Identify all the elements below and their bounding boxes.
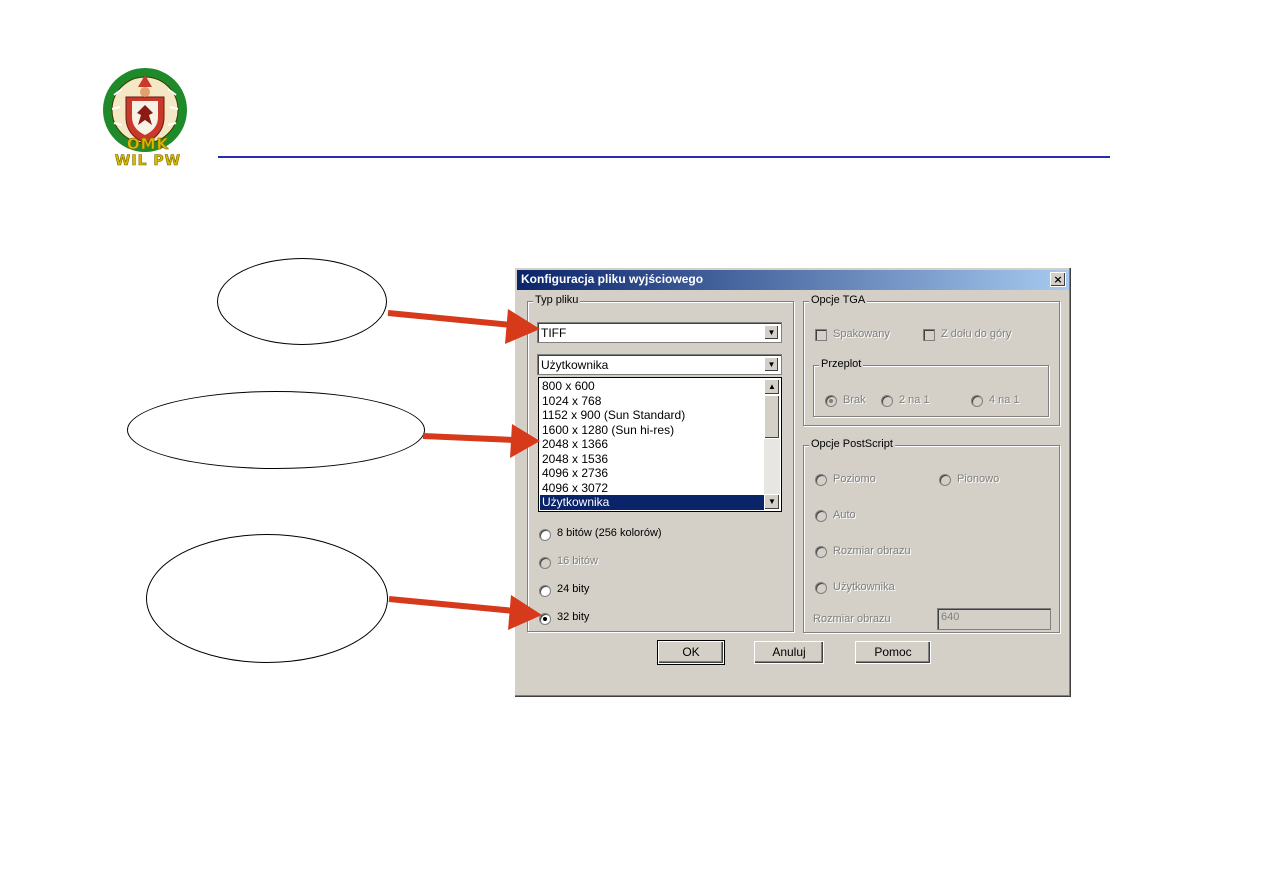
radio-2to1-label: 2 na 1	[899, 394, 930, 406]
radio-none	[825, 395, 837, 407]
file-type-value: TIFF	[541, 326, 567, 340]
list-item[interactable]: 2048 x 1366	[540, 437, 764, 452]
radio-2to1	[881, 395, 893, 407]
radio-image-size-label: Rozmiar obrazu	[833, 545, 911, 557]
list-item-selected[interactable]: Użytkownika	[540, 495, 764, 510]
bottom-up-label: Z dołu do góry	[941, 328, 1012, 340]
postscript-options-label: Opcje PostScript	[809, 438, 895, 450]
interlace-group	[813, 365, 1049, 417]
tga-options-label: Opcje TGA	[809, 294, 868, 306]
radio-32bit-label[interactable]: 32 bity	[557, 611, 589, 623]
radio-16bit	[539, 557, 551, 569]
radio-8bit-label[interactable]: 8 bitów (256 kolorów)	[557, 527, 662, 539]
cancel-button[interactable]: Anuluj	[754, 641, 824, 664]
radio-4to1	[971, 395, 983, 407]
dropdown-scrollbar[interactable]: ▲ ▼	[764, 379, 780, 510]
chevron-down-icon[interactable]: ▼	[764, 325, 779, 340]
file-type-group-label: Typ pliku	[533, 294, 581, 306]
list-item[interactable]: 4096 x 3072	[540, 481, 764, 496]
file-type-select[interactable]: TIFF ▼	[537, 322, 782, 343]
radio-vertical	[939, 474, 951, 486]
list-item[interactable]: 1152 x 900 (Sun Standard)	[540, 408, 764, 423]
close-button[interactable]: ×	[1050, 272, 1066, 287]
packed-label: Spakowany	[833, 328, 890, 340]
radio-8bit[interactable]	[539, 529, 551, 541]
radio-auto	[815, 510, 827, 522]
header-rule	[218, 156, 1110, 158]
list-item[interactable]: 1024 x 768	[540, 394, 764, 409]
resolution-select[interactable]: Użytkownika ▼	[537, 354, 782, 375]
radio-16bit-label: 16 bitów	[557, 555, 598, 567]
scrollbar-thumb[interactable]	[764, 395, 780, 439]
scroll-down-icon[interactable]: ▼	[764, 494, 780, 510]
list-item[interactable]: 800 x 600	[540, 379, 764, 394]
chevron-down-icon[interactable]: ▼	[764, 357, 779, 372]
callout-ellipse-color-depth	[146, 534, 388, 663]
radio-24bit[interactable]	[539, 585, 551, 597]
radio-user	[815, 582, 827, 594]
list-item[interactable]: 1600 x 1280 (Sun hi-res)	[540, 423, 764, 438]
radio-vertical-label: Pionowo	[957, 473, 1000, 485]
list-item[interactable]: 4096 x 2736	[540, 466, 764, 481]
output-config-dialog: Konfiguracja pliku wyjściowego × Typ pli…	[514, 267, 1072, 698]
list-item[interactable]: 2048 x 1536	[540, 452, 764, 467]
radio-image-size	[815, 546, 827, 558]
dialog-titlebar[interactable]: Konfiguracja pliku wyjściowego ×	[517, 270, 1069, 290]
help-button[interactable]: Pomoc	[855, 641, 931, 664]
resolution-dropdown-list[interactable]: 800 x 600 1024 x 768 1152 x 900 (Sun Sta…	[538, 377, 782, 512]
resolution-value: Użytkownika	[541, 358, 609, 372]
logo-text-omk: OMK	[126, 135, 170, 154]
callout-ellipse-file-type	[217, 258, 387, 345]
radio-user-label: Użytkownika	[833, 581, 895, 593]
radio-auto-label: Auto	[833, 509, 856, 521]
logo-text-wil-pw: WIL PW	[114, 153, 182, 170]
bottom-up-checkbox	[923, 329, 935, 341]
radio-32bit[interactable]	[539, 613, 551, 625]
packed-checkbox	[815, 329, 827, 341]
image-size-input[interactable]: 640	[937, 608, 1051, 630]
callout-ellipse-resolution	[127, 391, 425, 469]
dialog-title: Konfiguracja pliku wyjściowego	[521, 272, 704, 286]
radio-4to1-label: 4 na 1	[989, 394, 1020, 406]
image-size-field-label: Rozmiar obrazu	[813, 613, 891, 625]
radio-horizontal-label: Poziomo	[833, 473, 876, 485]
radio-horizontal	[815, 474, 827, 486]
scroll-up-icon[interactable]: ▲	[764, 379, 780, 395]
ok-button[interactable]: OK	[657, 640, 725, 665]
radio-none-label: Brak	[843, 394, 866, 406]
radio-24bit-label[interactable]: 24 bity	[557, 583, 589, 595]
interlace-label: Przeplot	[819, 358, 864, 370]
